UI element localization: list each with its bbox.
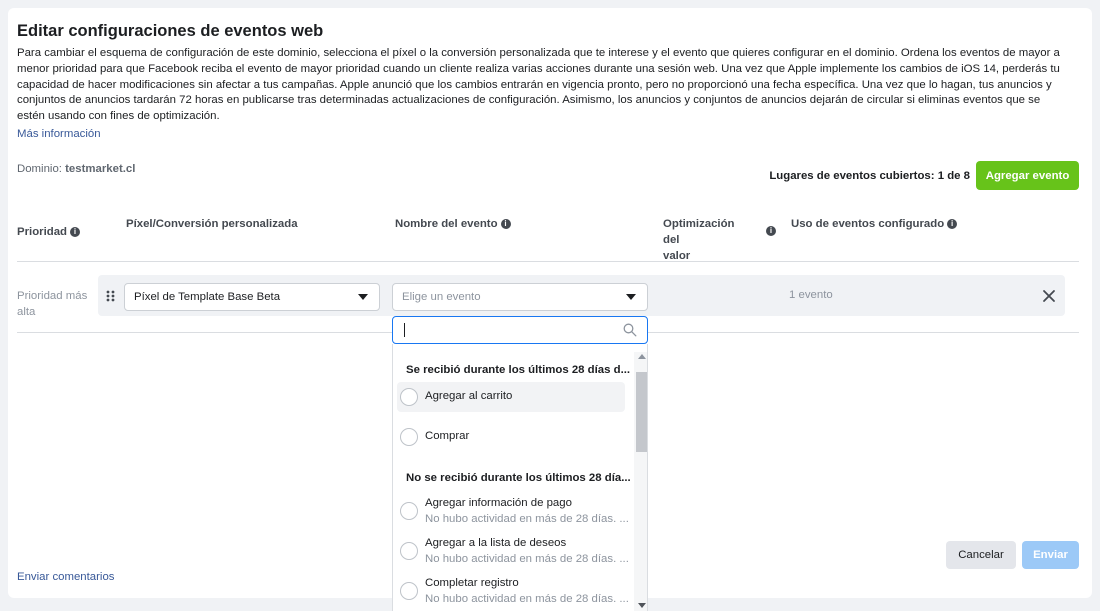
event-config-dialog: Editar configuraciones de eventos web Pa… — [8, 8, 1092, 611]
domain-label-text: Dominio: — [17, 163, 62, 175]
domain-label: Dominio: testmarket.cl — [17, 163, 135, 175]
dialog-description: Para cambiar el esquema de configuración… — [17, 47, 1060, 123]
domain-value: testmarket.cl — [65, 163, 136, 175]
header-event-name-label: Nombre del evento — [395, 218, 498, 230]
header-usage-label: Uso de eventos configurado — [791, 218, 945, 230]
event-search-input[interactable] — [392, 316, 648, 344]
list-item[interactable]: Agregar a la lista de deseos No hubo act… — [397, 536, 629, 572]
row-priority-label: Prioridad más alta — [17, 288, 97, 320]
header-pixel: Píxel/Conversión personalizada — [126, 218, 298, 230]
header-value-optimization-line1: Optimización del — [663, 218, 735, 246]
list-item-sublabel: No hubo actividad en más de 28 días. ... — [425, 513, 629, 525]
radio-button[interactable] — [400, 502, 418, 520]
list-item-label: Comprar — [425, 430, 470, 442]
header-value-optimization: Optimización del valor — [663, 216, 753, 264]
group-not-received-heading: No se recibió durante los últimos 28 día… — [406, 472, 631, 484]
radio-button[interactable] — [400, 428, 418, 446]
list-item-sublabel: No hubo actividad en más de 28 días. ... — [425, 553, 629, 565]
list-item-label: Agregar información de pago — [425, 497, 572, 509]
event-usage-count: 1 evento — [789, 289, 833, 301]
info-icon[interactable]: i — [500, 219, 511, 229]
list-item-label: Agregar a la lista de deseos — [425, 537, 567, 549]
pixel-select[interactable]: Píxel de Template Base Beta — [124, 283, 380, 311]
dialog-title: Editar configuraciones de eventos web — [17, 22, 324, 40]
list-item-label: Completar registro — [425, 577, 519, 589]
info-icon[interactable]: i — [947, 219, 958, 229]
event-slots-count: Lugares de eventos cubiertos: 1 de 8 — [769, 170, 970, 182]
list-item[interactable]: Comprar — [397, 422, 625, 452]
caret-down-icon — [626, 294, 636, 300]
header-event-name: Nombre del evento i — [395, 216, 511, 232]
search-icon — [623, 323, 637, 337]
header-divider — [17, 261, 1079, 262]
event-select[interactable]: Elige un evento — [392, 283, 648, 311]
header-priority: Prioridad i — [17, 224, 81, 240]
caret-down-icon — [358, 294, 368, 300]
cancel-button[interactable]: Cancelar — [946, 541, 1016, 569]
scrollbar-thumb[interactable] — [636, 372, 647, 452]
pixel-select-value: Píxel de Template Base Beta — [134, 291, 281, 303]
more-info-link[interactable]: Más información — [17, 128, 101, 140]
list-item-label: Agregar al carrito — [425, 390, 513, 402]
info-icon[interactable]: i — [766, 226, 776, 236]
info-icon[interactable]: i — [70, 227, 81, 237]
scroll-down-arrow-icon[interactable] — [638, 603, 646, 608]
event-select-placeholder: Elige un evento — [402, 291, 481, 303]
send-button[interactable]: Enviar — [1022, 541, 1079, 569]
text-cursor — [404, 323, 405, 337]
add-event-button[interactable]: Agregar evento — [976, 161, 1079, 190]
group-received-heading: Se recibió durante los últimos 28 días d… — [406, 364, 631, 376]
drag-handle-icon[interactable] — [106, 290, 116, 302]
radio-button[interactable] — [400, 388, 418, 406]
scroll-up-arrow-icon[interactable] — [638, 354, 646, 359]
list-item[interactable]: Agregar información de pago No hubo acti… — [397, 496, 629, 532]
event-dropdown-list[interactable]: Se recibió durante los últimos 28 días d… — [392, 344, 648, 611]
list-item-sublabel: No hubo actividad en más de 28 días. ... — [425, 593, 629, 605]
row-priority-line2: alta — [17, 306, 36, 318]
radio-button[interactable] — [400, 582, 418, 600]
radio-button[interactable] — [400, 542, 418, 560]
header-priority-label: Prioridad — [17, 226, 68, 238]
header-usage: Uso de eventos configurado i — [791, 216, 958, 232]
close-icon[interactable] — [1042, 289, 1056, 303]
list-item[interactable]: Completar registro No hubo actividad en … — [397, 576, 629, 611]
list-item[interactable]: Agregar al carrito — [397, 382, 625, 412]
row-priority-line1: Prioridad más — [17, 290, 88, 302]
send-feedback-link[interactable]: Enviar comentarios — [17, 571, 115, 583]
